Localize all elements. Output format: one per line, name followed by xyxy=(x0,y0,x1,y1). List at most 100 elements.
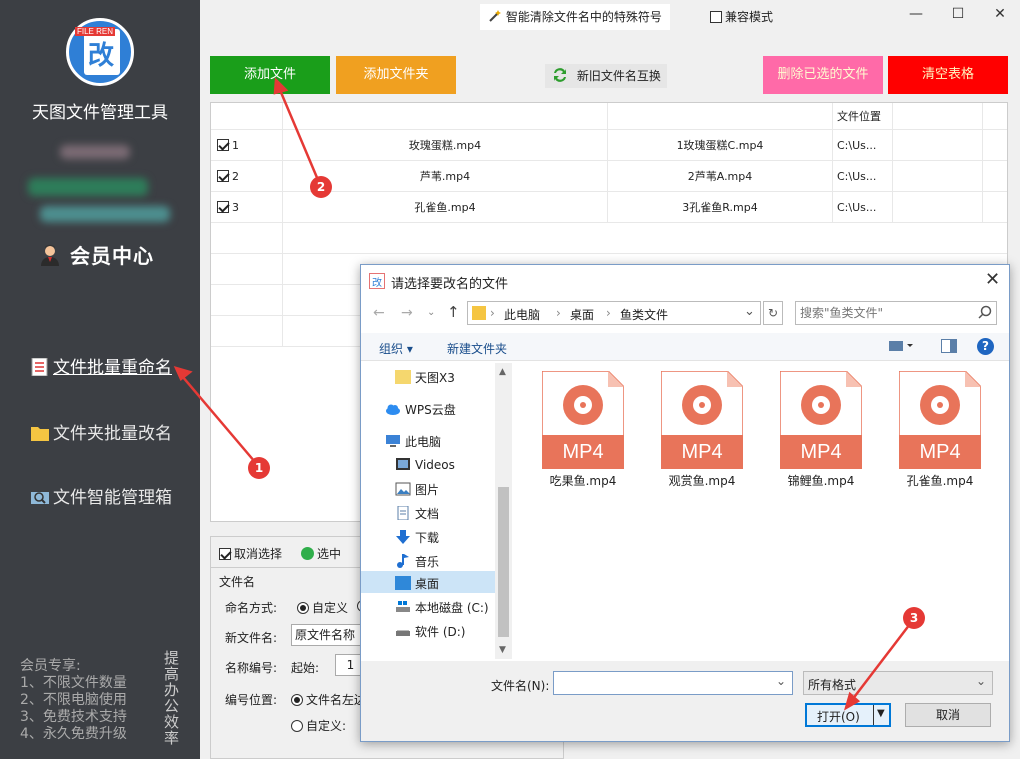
magnifier-folder-icon xyxy=(30,488,50,506)
chevron-down-icon[interactable]: ⌄ xyxy=(776,674,786,688)
forward-arrow-icon[interactable]: → xyxy=(401,305,413,321)
compat-label: 兼容模式 xyxy=(725,10,774,24)
breadcrumb-item[interactable]: 此电脑 xyxy=(504,306,540,323)
compat-mode-checkbox[interactable]: 兼容模式 xyxy=(710,8,773,25)
member-center-label: 会员中心 xyxy=(69,244,154,268)
delete-checked-button[interactable]: 删除已选的文件 xyxy=(763,56,883,94)
file-item[interactable]: MP4 孔雀鱼.mp4 xyxy=(892,370,988,489)
drive-icon xyxy=(395,624,411,638)
tree-label: 文档 xyxy=(415,507,440,521)
dropdown-arrow-icon[interactable]: ▼ xyxy=(877,708,885,719)
select-button[interactable]: 选中 xyxy=(301,545,341,562)
file-item[interactable]: MP4 锦鲤鱼.mp4 xyxy=(773,370,869,489)
split-divider xyxy=(873,705,874,725)
row-checkbox-cell[interactable]: 1 xyxy=(211,130,283,161)
old-name-cell: 玫瑰蛋糕.mp4 xyxy=(283,130,608,161)
vip-line: 3、免费技术支持 xyxy=(20,709,127,725)
folder-icon xyxy=(30,424,50,442)
desktop-icon xyxy=(395,576,411,590)
tree-item[interactable]: 下载 xyxy=(395,529,439,546)
music-icon xyxy=(395,554,411,568)
search-box[interactable] xyxy=(795,301,997,325)
close-button[interactable]: ✕ xyxy=(990,6,1010,26)
search-input[interactable] xyxy=(800,305,972,321)
tree-item[interactable]: 软件 (D:) xyxy=(395,623,465,640)
minimize-button[interactable]: — xyxy=(906,6,926,26)
file-name: 孔雀鱼.mp4 xyxy=(906,474,974,488)
scrollbar-thumb[interactable] xyxy=(498,487,509,637)
address-bar[interactable]: › 此电脑 › 桌面 › 鱼类文件 ⌄ xyxy=(467,301,761,325)
mp4-label: MP4 xyxy=(919,441,961,463)
start-input[interactable]: 1 xyxy=(335,654,363,676)
deselect-button[interactable]: 取消选择 xyxy=(219,545,282,562)
add-folder-button[interactable]: 添加文件夹 xyxy=(336,56,456,94)
tree-item[interactable]: 本地磁盘 (C:) xyxy=(395,599,489,616)
row-checkbox[interactable] xyxy=(217,139,229,151)
file-item[interactable]: MP4 观赏鱼.mp4 xyxy=(654,370,750,489)
breadcrumb-item[interactable]: 鱼类文件 xyxy=(620,306,668,323)
location-cell: C:\Us... xyxy=(833,192,893,223)
header-cell xyxy=(211,103,283,130)
step-badge-3: 3 xyxy=(903,607,925,629)
tree-item[interactable]: Videos xyxy=(395,457,455,472)
back-arrow-icon[interactable]: ← xyxy=(373,305,385,321)
up-arrow-icon[interactable]: ↑ xyxy=(447,303,460,321)
naming-mode-custom-radio[interactable]: 自定义 xyxy=(297,599,348,616)
tree-item[interactable]: 音乐 xyxy=(395,553,439,570)
naming-mode-label: 命名方式: xyxy=(225,601,278,615)
tree-item[interactable]: 天图X3 xyxy=(395,369,455,386)
nav-batch-rename[interactable]: 文件批量重命名 xyxy=(30,353,172,378)
location-cell: C:\Us... xyxy=(833,161,893,192)
file-type-value: 所有格式 xyxy=(808,678,857,692)
breadcrumb-item[interactable]: 桌面 xyxy=(570,306,594,323)
table-row[interactable]: 3 孔雀鱼.mp4 3孔雀鱼R.mp4 C:\Us... xyxy=(211,192,1007,223)
chevron-down-icon[interactable]: ⌄ xyxy=(744,304,755,319)
tree-item[interactable]: 此电脑 xyxy=(385,433,441,450)
tree-item[interactable]: 图片 xyxy=(395,481,439,498)
dialog-close-button[interactable]: ✕ xyxy=(985,269,1000,290)
refresh-button[interactable]: ↻ xyxy=(763,301,783,325)
row-checkbox-cell[interactable]: 2 xyxy=(211,161,283,192)
nav-smart-manager[interactable]: 文件智能管理箱 xyxy=(30,483,172,508)
tree-item-selected[interactable]: 桌面 xyxy=(395,575,439,592)
search-icon[interactable] xyxy=(978,305,992,322)
help-icon[interactable]: ? xyxy=(977,338,994,355)
nav-folder-rename[interactable]: 文件夹批量改名 xyxy=(30,419,172,444)
maximize-button[interactable]: ☐ xyxy=(948,6,968,26)
tree-item[interactable]: 文档 xyxy=(395,505,439,522)
nav-label: 文件批量重命名 xyxy=(53,358,172,378)
open-button[interactable]: 打开(O) ▼ xyxy=(805,703,891,727)
new-name-cell: 3孔雀鱼R.mp4 xyxy=(608,192,833,223)
member-center[interactable]: 会员中心 xyxy=(38,240,154,269)
table-row[interactable]: 1 玫瑰蛋糕.mp4 1玫瑰蛋糕C.mp4 C:\Us... xyxy=(211,130,1007,161)
row-checkbox-cell[interactable]: 3 xyxy=(211,192,283,223)
file-item[interactable]: MP4 吃果鱼.mp4 xyxy=(535,370,631,489)
cloud-icon xyxy=(385,402,401,416)
organize-label: 组织 xyxy=(379,342,404,356)
row-checkbox[interactable] xyxy=(217,201,229,213)
new-name-input[interactable]: 原文件名称 xyxy=(291,624,363,646)
add-file-button[interactable]: 添加文件 xyxy=(210,56,330,94)
filename-input[interactable]: ⌄ xyxy=(553,671,793,695)
position-custom-radio[interactable]: 自定义: xyxy=(291,717,346,734)
new-folder-button[interactable]: 新建文件夹 xyxy=(447,340,507,357)
recent-dropdown-icon[interactable]: ⌄ xyxy=(427,307,435,318)
row-checkbox[interactable] xyxy=(217,170,229,182)
blurred-info xyxy=(28,178,148,196)
tree-item[interactable]: WPS云盘 xyxy=(385,401,456,418)
view-options-icon[interactable] xyxy=(889,339,915,356)
preview-pane-icon[interactable] xyxy=(941,339,957,356)
nav-label: 文件智能管理箱 xyxy=(53,488,172,508)
file-type-select[interactable]: 所有格式 ⌄ xyxy=(803,671,993,695)
empty-row xyxy=(211,223,1007,254)
cancel-button[interactable]: 取消 xyxy=(905,703,991,727)
tree-scrollbar[interactable]: ▲ ▼ xyxy=(495,363,512,659)
header-cell xyxy=(608,103,833,130)
swap-names-button[interactable]: 新旧文件名互换 xyxy=(545,64,667,88)
slogan: 提高办公效率 xyxy=(164,649,180,747)
new-name-cell: 1玫瑰蛋糕C.mp4 xyxy=(608,130,833,161)
position-left-radio[interactable]: 文件名左边 xyxy=(291,691,366,708)
clear-table-button[interactable]: 清空表格 xyxy=(888,56,1008,94)
chevron-down-icon[interactable]: ⌄ xyxy=(976,674,986,688)
organize-menu[interactable]: 组织 ▾ xyxy=(379,340,413,357)
